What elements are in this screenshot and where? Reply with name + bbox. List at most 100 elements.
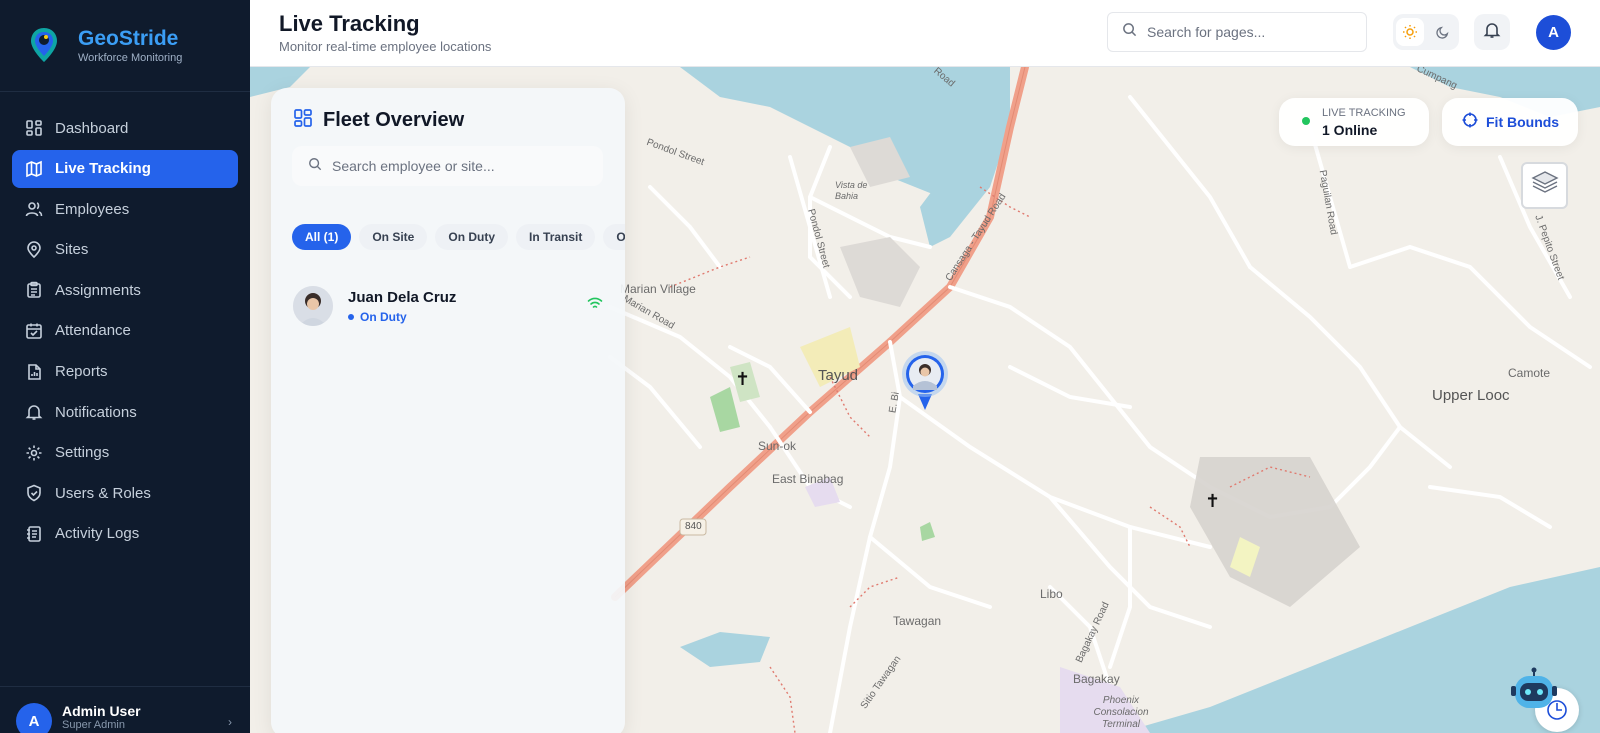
live-tracking-badge: LIVE TRACKING 1 Online [1279,98,1429,146]
notifications-button[interactable] [1474,14,1510,50]
brand-title: GeoStride [78,26,179,50]
map-label-marian-village: Marian Village [620,282,696,296]
svg-text:✝: ✝ [735,369,750,390]
search-input[interactable] [1147,24,1347,40]
sidebar-item-label: Assignments [55,281,141,299]
employee-name: Juan Dela Cruz [348,288,457,306]
online-dot [1302,117,1310,125]
fit-bounds-button[interactable]: Fit Bounds [1442,98,1578,146]
filter-chip-in-transit[interactable]: In Transit [516,224,596,250]
calendar-check-icon [25,322,43,340]
sidebar-item-settings[interactable]: Settings [12,434,238,472]
sidebar-item-label: Activity Logs [55,525,140,543]
sidebar-item-label: Attendance [55,322,131,340]
sidebar-user-profile[interactable]: A Admin User Super Admin › [16,703,236,733]
crosshair-icon [1462,112,1478,133]
map-label-tawagan: Tawagan [893,614,942,628]
online-count: 1 Online [1322,122,1378,138]
geostride-logo-icon [31,28,57,62]
bell-icon [1483,21,1501,44]
map-label-east-binabag: East Binabag [772,472,844,486]
sidebar-item-live-tracking[interactable]: Live Tracking [12,149,238,188]
sidebar-item-notifications[interactable]: Notifications [12,393,238,431]
avatar: A [16,703,52,733]
filter-chip-on-site[interactable]: On Site [359,224,428,250]
status-badge: On Duty [348,310,456,324]
sun-icon[interactable] [1395,18,1424,46]
employee-status: On Duty [360,309,407,324]
chatbot-button[interactable] [1509,666,1559,716]
employee-search-input[interactable] [332,158,592,174]
file-chart-icon [25,363,43,381]
sidebar-item-label: Live Tracking [55,160,151,178]
sidebar-divider [0,91,250,92]
layers-icon [1530,170,1559,201]
bell-icon [25,403,43,421]
map-road-shield-840: 840 [685,521,702,532]
sidebar-item-activity-logs[interactable]: Activity Logs [12,515,238,553]
sidebar-item-label: Reports [55,363,108,381]
map-icon [25,160,43,178]
brand[interactable]: GeoStride Workforce Monitoring [28,26,182,64]
sidebar-item-label: Employees [55,200,130,218]
top-header: Live Tracking Monitor real-time employee… [250,0,1600,67]
brand-subtitle: Workforce Monitoring [78,51,183,64]
map-label-tayud: Tayud [818,367,859,384]
live-tracking-label: LIVE TRACKING [1322,107,1406,119]
sidebar-item-reports[interactable]: Reports [12,353,238,391]
page-search[interactable] [1107,12,1367,52]
filter-chip-on-duty[interactable]: On Duty [435,224,509,250]
log-icon [25,525,43,543]
search-icon [308,157,322,176]
sidebar-item-employees[interactable]: Employees [12,190,238,228]
clipboard-icon [25,281,43,299]
map-label-upper-looc: Upper Looc [1432,387,1510,404]
sidebar-item-label: Sites [55,241,89,259]
map-pin-icon [25,240,43,259]
map-label-sun-ok: Sun-ok [758,439,797,453]
fleet-search[interactable] [292,146,603,186]
map-label-phoenix: Phoenix Consolacion Terminal [1093,695,1149,730]
app-root: ✝ ✝ Tayud Sun-ok East Binabag Libo Tawag… [0,0,1600,733]
avatar [293,286,333,326]
svg-text:✝: ✝ [1205,491,1220,512]
grid-icon [293,108,313,133]
sidebar: GeoStride Workforce Monitoring Dashboard… [0,0,250,733]
map-label-camote: Camote [1508,366,1551,380]
header-avatar[interactable]: A [1536,15,1571,50]
sidebar-item-sites[interactable]: Sites [12,231,238,269]
gear-icon [25,444,43,462]
sidebar-item-label: Users & Roles [55,484,151,502]
map-label-bagakay: Bagakay [1073,672,1120,686]
search-icon [1122,22,1137,42]
dashboard-icon [25,119,43,137]
sidebar-item-dashboard[interactable]: Dashboard [12,109,238,147]
fleet-overview-panel: Fleet Overview All (1) On Site On Duty I… [271,88,625,733]
map-label-vista-de-bahia: Vista de Bahia [835,180,868,201]
moon-icon[interactable] [1429,18,1457,46]
page-subtitle: Monitor real-time employee locations [279,39,492,54]
filter-chip-all[interactable]: All (1) [292,224,352,250]
fleet-title: Fleet Overview [323,109,465,131]
list-item[interactable]: Juan Dela Cruz On Duty [293,284,603,328]
sidebar-item-users-roles[interactable]: Users & Roles [12,474,238,512]
fit-bounds-label: Fit Bounds [1486,114,1560,130]
chevron-right-icon: › [228,715,232,729]
shield-check-icon [25,484,43,502]
robot-icon [1511,667,1557,708]
sidebar-item-attendance[interactable]: Attendance [12,312,238,350]
map-label-libo: Libo [1040,587,1063,601]
page-title: Live Tracking [279,11,420,36]
theme-toggle[interactable] [1393,14,1459,50]
employee-map-marker[interactable] [901,350,949,412]
status-filter-chips: All (1) On Site On Duty In Transit Offli… [292,224,625,250]
filter-chip-offline[interactable]: Offline [603,224,625,250]
sidebar-item-assignments[interactable]: Assignments [12,271,238,309]
wifi-signal-icon [587,296,603,315]
map-layers-button[interactable] [1521,162,1568,209]
sidebar-nav: Dashboard Live Tracking Employees Sites … [12,109,238,556]
sidebar-footer-divider [0,686,250,687]
sidebar-item-label: Dashboard [55,119,129,137]
users-icon [25,200,43,218]
user-role: Super Admin [62,719,125,731]
